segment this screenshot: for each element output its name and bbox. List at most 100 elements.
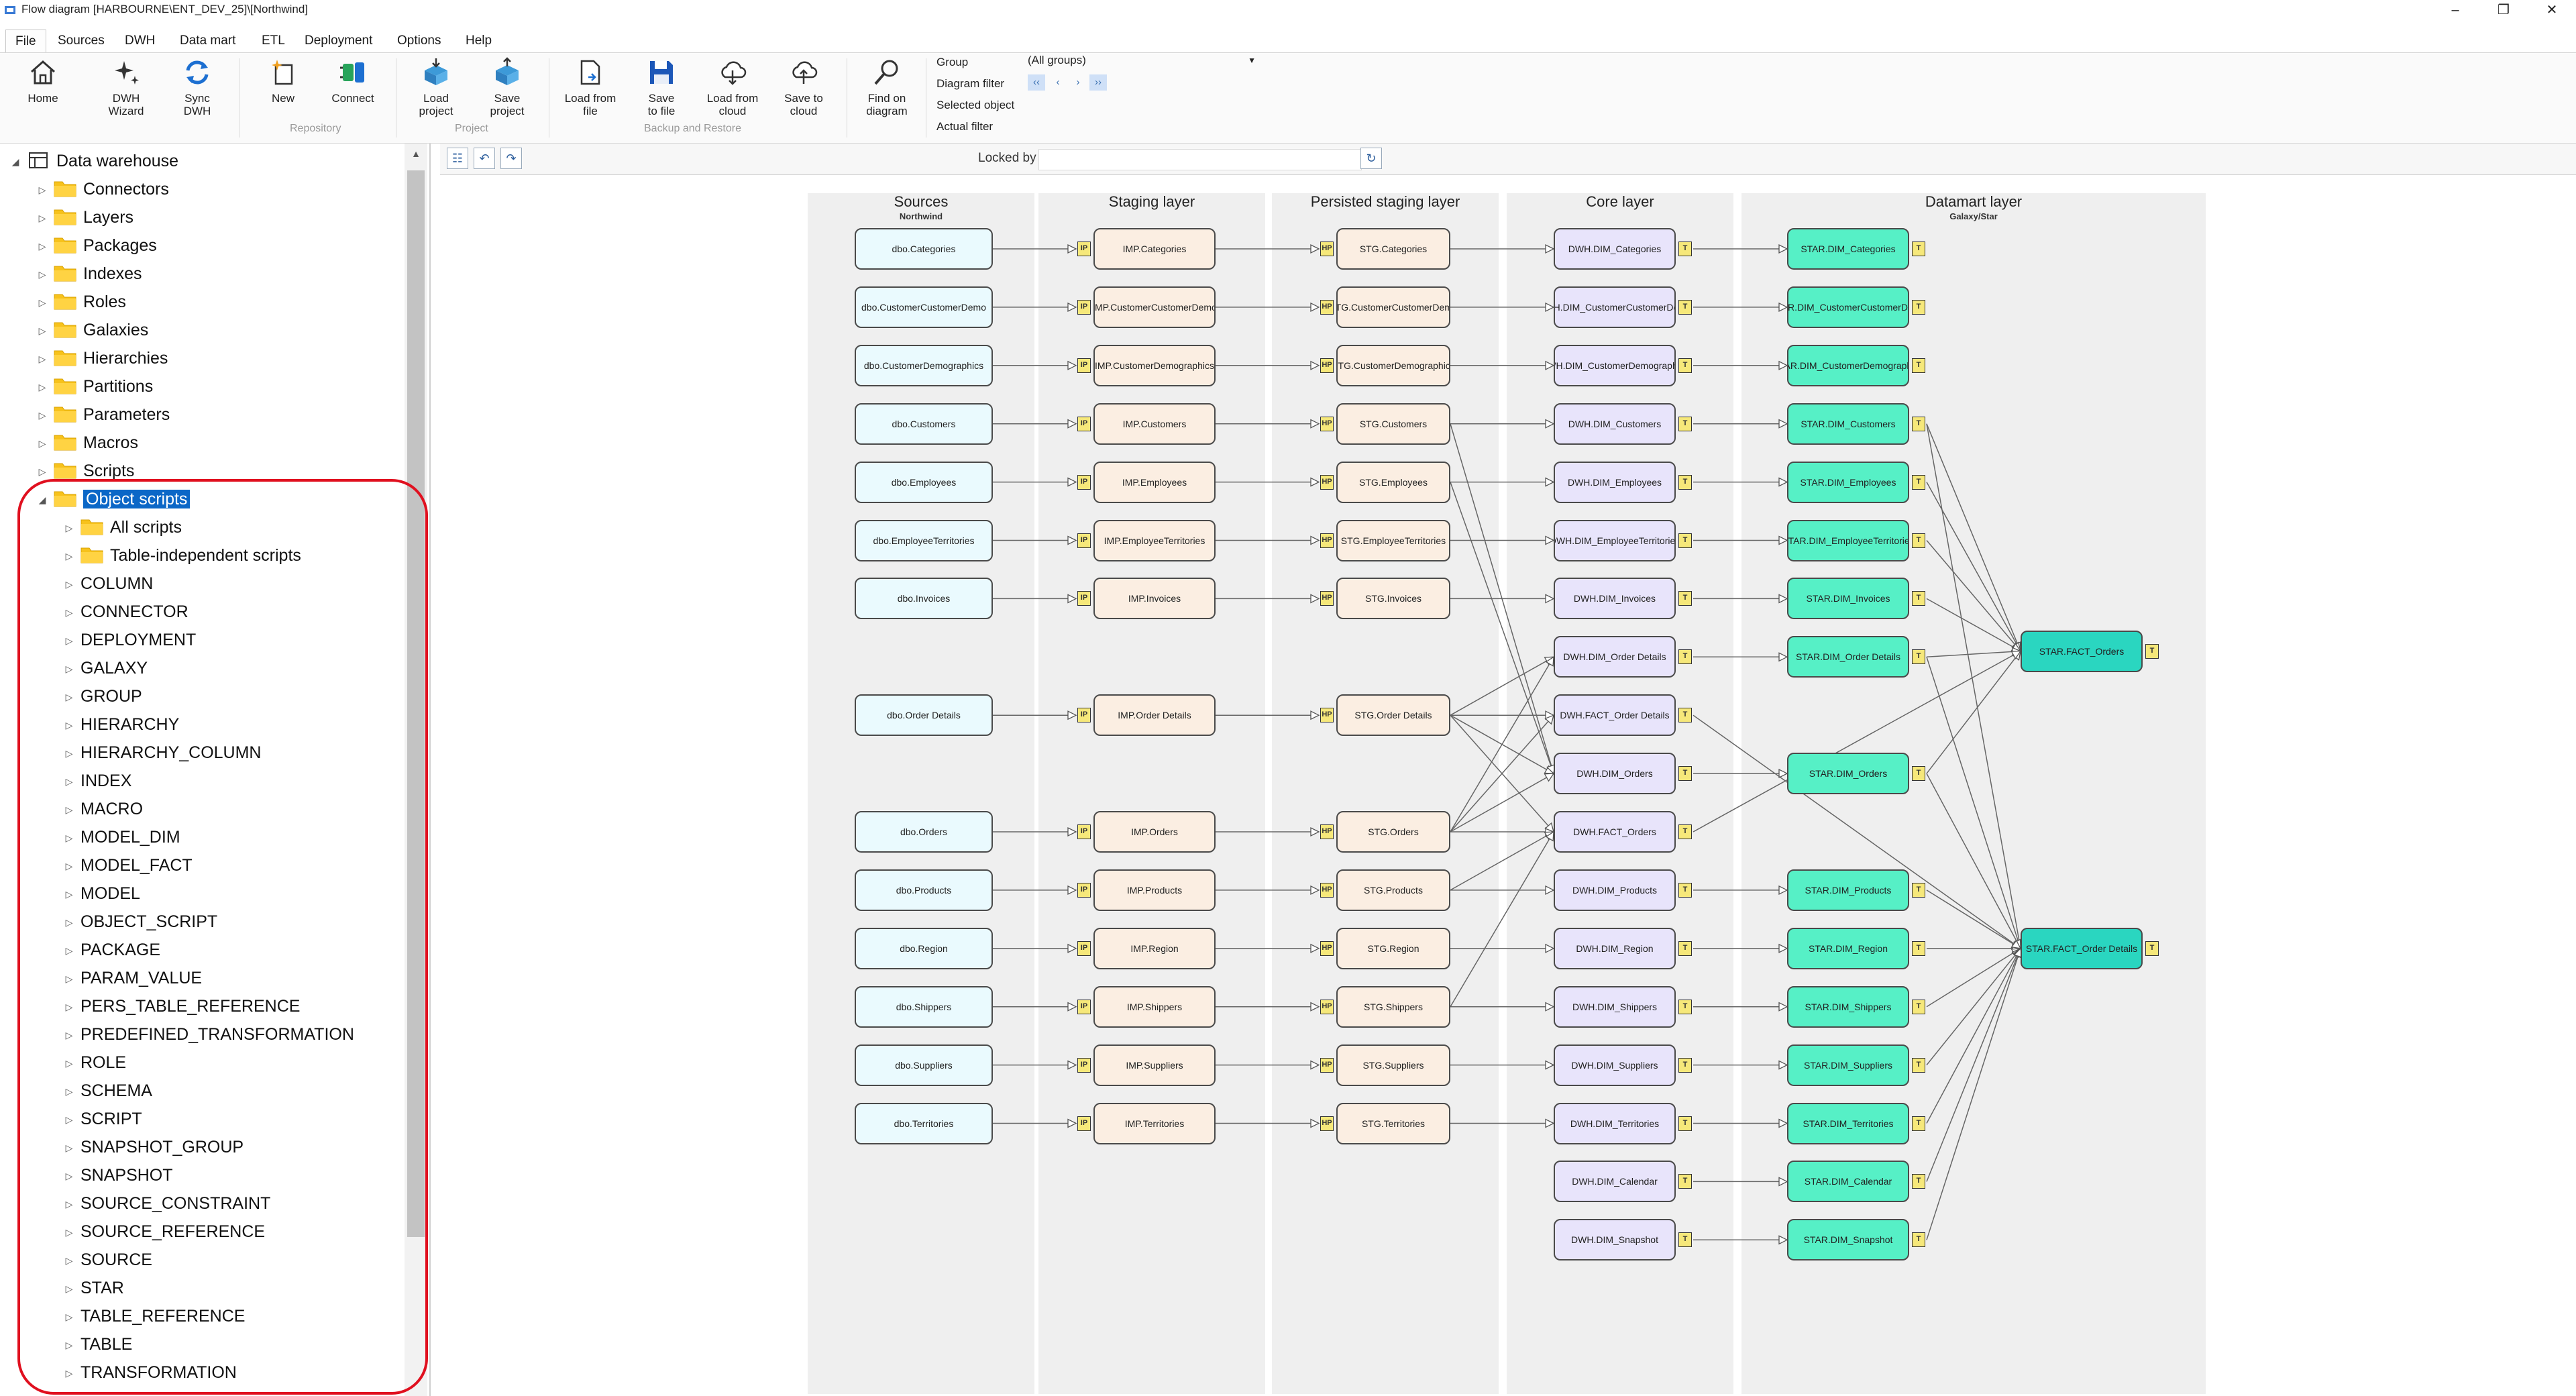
node-dwh[interactable]: DWH.DIM_Territories [1554, 1102, 1676, 1144]
filter-prev-button[interactable]: ‹ [1049, 74, 1067, 91]
expand-arrow-icon[interactable]: ▷ [58, 1275, 80, 1302]
node-dwh[interactable]: DWH.DIM_Categories [1554, 228, 1676, 270]
save-project-button[interactable]: Save project [474, 57, 541, 117]
node-dwh[interactable]: DWH.FACT_Order Details [1554, 694, 1676, 737]
node-dwh[interactable]: DWH.DIM_CustomerCustomerDemo [1554, 286, 1676, 328]
tree-folder-macros[interactable]: ▷ Macros [31, 429, 138, 456]
expand-arrow-icon[interactable]: ▷ [58, 543, 80, 570]
tree-item-source-constraint[interactable]: ▷ SOURCE_CONSTRAINT [58, 1190, 271, 1218]
menu-help[interactable]: Help [456, 30, 501, 52]
layout-icon[interactable]: ☷ [447, 148, 468, 169]
new-button[interactable]: New [250, 57, 317, 105]
node-dwh[interactable]: DWH.DIM_Shippers [1554, 985, 1676, 1028]
node-imp[interactable]: IMP.Region [1093, 927, 1216, 969]
expand-arrow-icon[interactable]: ▷ [58, 740, 80, 767]
tree-item-deployment[interactable]: ▷ DEPLOYMENT [58, 627, 197, 654]
node-src[interactable]: dbo.Territories [855, 1102, 993, 1144]
tree-item-schema[interactable]: ▷ SCHEMA [58, 1077, 152, 1104]
node-stg[interactable]: STG.CustomerDemographics [1336, 344, 1450, 386]
tree-folder-all-scripts[interactable]: ▷ All scripts [58, 514, 182, 541]
restore-button[interactable]: ❐ [2479, 0, 2528, 20]
node-stg[interactable]: STG.Shippers [1336, 985, 1450, 1028]
tree-scrollbar[interactable]: ▲ [405, 144, 427, 1396]
expand-arrow-icon[interactable]: ▷ [31, 430, 54, 457]
node-src[interactable]: dbo.Region [855, 927, 993, 969]
expand-arrow-icon[interactable]: ▷ [58, 1219, 80, 1246]
node-stg[interactable]: STG.Products [1336, 869, 1450, 911]
tree-root-data-warehouse[interactable]: ◢ Data warehouse [4, 148, 178, 174]
node-star[interactable]: STAR.DIM_EmployeeTerritories [1787, 519, 1909, 561]
node-star[interactable]: STAR.DIM_Products [1787, 869, 1909, 911]
load-project-button[interactable]: Load project [402, 57, 470, 117]
expand-arrow-icon[interactable]: ▷ [58, 1191, 80, 1218]
filter-last-button[interactable]: ›› [1089, 74, 1107, 91]
node-dwh[interactable]: DWH.DIM_Region [1554, 927, 1676, 969]
menu-file[interactable]: File [5, 30, 46, 53]
group-select[interactable]: (All groups) ▼ [1024, 52, 1260, 69]
tree-folder-galaxies[interactable]: ▷ Galaxies [31, 317, 149, 343]
node-imp[interactable]: IMP.CustomerCustomerDemo [1093, 286, 1216, 328]
home-button[interactable]: Home [9, 57, 76, 105]
node-src[interactable]: dbo.Customers [855, 402, 993, 445]
expand-arrow-icon[interactable]: ▷ [31, 374, 54, 400]
tree-item-source-reference[interactable]: ▷ SOURCE_REFERENCE [58, 1218, 265, 1245]
save-to-cloud-button[interactable]: Save to cloud [770, 57, 837, 117]
menu-sources[interactable]: Sources [48, 30, 114, 52]
tree-item-table-reference[interactable]: ▷ TABLE_REFERENCE [58, 1303, 246, 1330]
node-dwh[interactable]: DWH.DIM_Customers [1554, 402, 1676, 445]
tree-folder-object-scripts[interactable]: ◢ Object scripts [31, 486, 191, 513]
tree-folder-indexes[interactable]: ▷ Indexes [31, 260, 142, 287]
node-src[interactable]: dbo.Order Details [855, 694, 993, 737]
node-imp[interactable]: IMP.Orders [1093, 811, 1216, 853]
expand-arrow-icon[interactable]: ▷ [58, 627, 80, 654]
node-star[interactable]: STAR.DIM_Shippers [1787, 985, 1909, 1028]
expand-arrow-icon[interactable]: ▷ [58, 853, 80, 879]
expand-arrow-icon[interactable]: ▷ [58, 599, 80, 626]
tree-item-model[interactable]: ▷ MODEL [58, 880, 140, 907]
expand-arrow-icon[interactable]: ▷ [58, 768, 80, 795]
expand-arrow-icon[interactable]: ▷ [31, 233, 54, 260]
expand-arrow-icon[interactable]: ▷ [58, 881, 80, 908]
tree-item-hierarchy-column[interactable]: ▷ HIERARCHY_COLUMN [58, 739, 262, 767]
node-stg[interactable]: STG.EmployeeTerritories [1336, 519, 1450, 561]
tree-item-source[interactable]: ▷ SOURCE [58, 1246, 152, 1273]
node-src[interactable]: dbo.CustomerDemographics [855, 344, 993, 386]
expand-arrow-icon[interactable]: ▷ [58, 1134, 80, 1161]
tree-item-index[interactable]: ▷ INDEX [58, 767, 132, 795]
node-star[interactable]: STAR.DIM_Order Details [1787, 636, 1909, 678]
connect-button[interactable]: Connect [319, 57, 386, 105]
menu-etl[interactable]: ETL [252, 30, 294, 52]
node-star[interactable]: STAR.DIM_Invoices [1787, 578, 1909, 620]
node-src[interactable]: dbo.Categories [855, 228, 993, 270]
tree-item-macro[interactable]: ▷ MACRO [58, 796, 143, 822]
node-star[interactable]: STAR.DIM_CustomerDemographics [1787, 344, 1909, 386]
filter-next-button[interactable]: › [1069, 74, 1087, 91]
expand-arrow-icon[interactable]: ▷ [58, 994, 80, 1020]
tree-item-star[interactable]: ▷ STAR [58, 1275, 124, 1301]
expand-arrow-icon[interactable]: ▷ [58, 1332, 80, 1358]
node-dwh[interactable]: DWH.DIM_Orders [1554, 753, 1676, 795]
tree-item-column[interactable]: ▷ COLUMN [58, 570, 154, 597]
node-star[interactable]: STAR.DIM_Territories [1787, 1102, 1909, 1144]
node-stg[interactable]: STG.Orders [1336, 811, 1450, 853]
expand-arrow-icon[interactable]: ▷ [31, 289, 54, 316]
redo-icon[interactable]: ↷ [500, 148, 522, 169]
node-stg[interactable]: STG.Categories [1336, 228, 1450, 270]
filter-first-button[interactable]: ‹‹ [1028, 74, 1045, 91]
tree-item-object-script[interactable]: ▷ OBJECT_SCRIPT [58, 908, 218, 936]
tree-item-pers-table-reference[interactable]: ▷ PERS_TABLE_REFERENCE [58, 993, 301, 1020]
collapse-arrow-icon[interactable]: ◢ [4, 148, 27, 175]
node-stg[interactable]: STG.Region [1336, 927, 1450, 969]
menu-dwh[interactable]: DWH [115, 30, 164, 52]
tree-item-script[interactable]: ▷ SCRIPT [58, 1106, 142, 1132]
tree-item-snapshot[interactable]: ▷ SNAPSHOT [58, 1162, 173, 1189]
menu-options[interactable]: Options [388, 30, 450, 52]
node-imp[interactable]: IMP.Products [1093, 869, 1216, 911]
node-dwh[interactable]: DWH.DIM_EmployeeTerritories [1554, 519, 1676, 561]
node-imp[interactable]: IMP.Categories [1093, 228, 1216, 270]
sync-dwh-button[interactable]: Sync DWH [164, 57, 231, 117]
expand-arrow-icon[interactable]: ▷ [58, 1106, 80, 1133]
expand-arrow-icon[interactable]: ▷ [58, 909, 80, 936]
tree-item-role[interactable]: ▷ ROLE [58, 1049, 126, 1076]
node-stg[interactable]: STG.Territories [1336, 1102, 1450, 1144]
